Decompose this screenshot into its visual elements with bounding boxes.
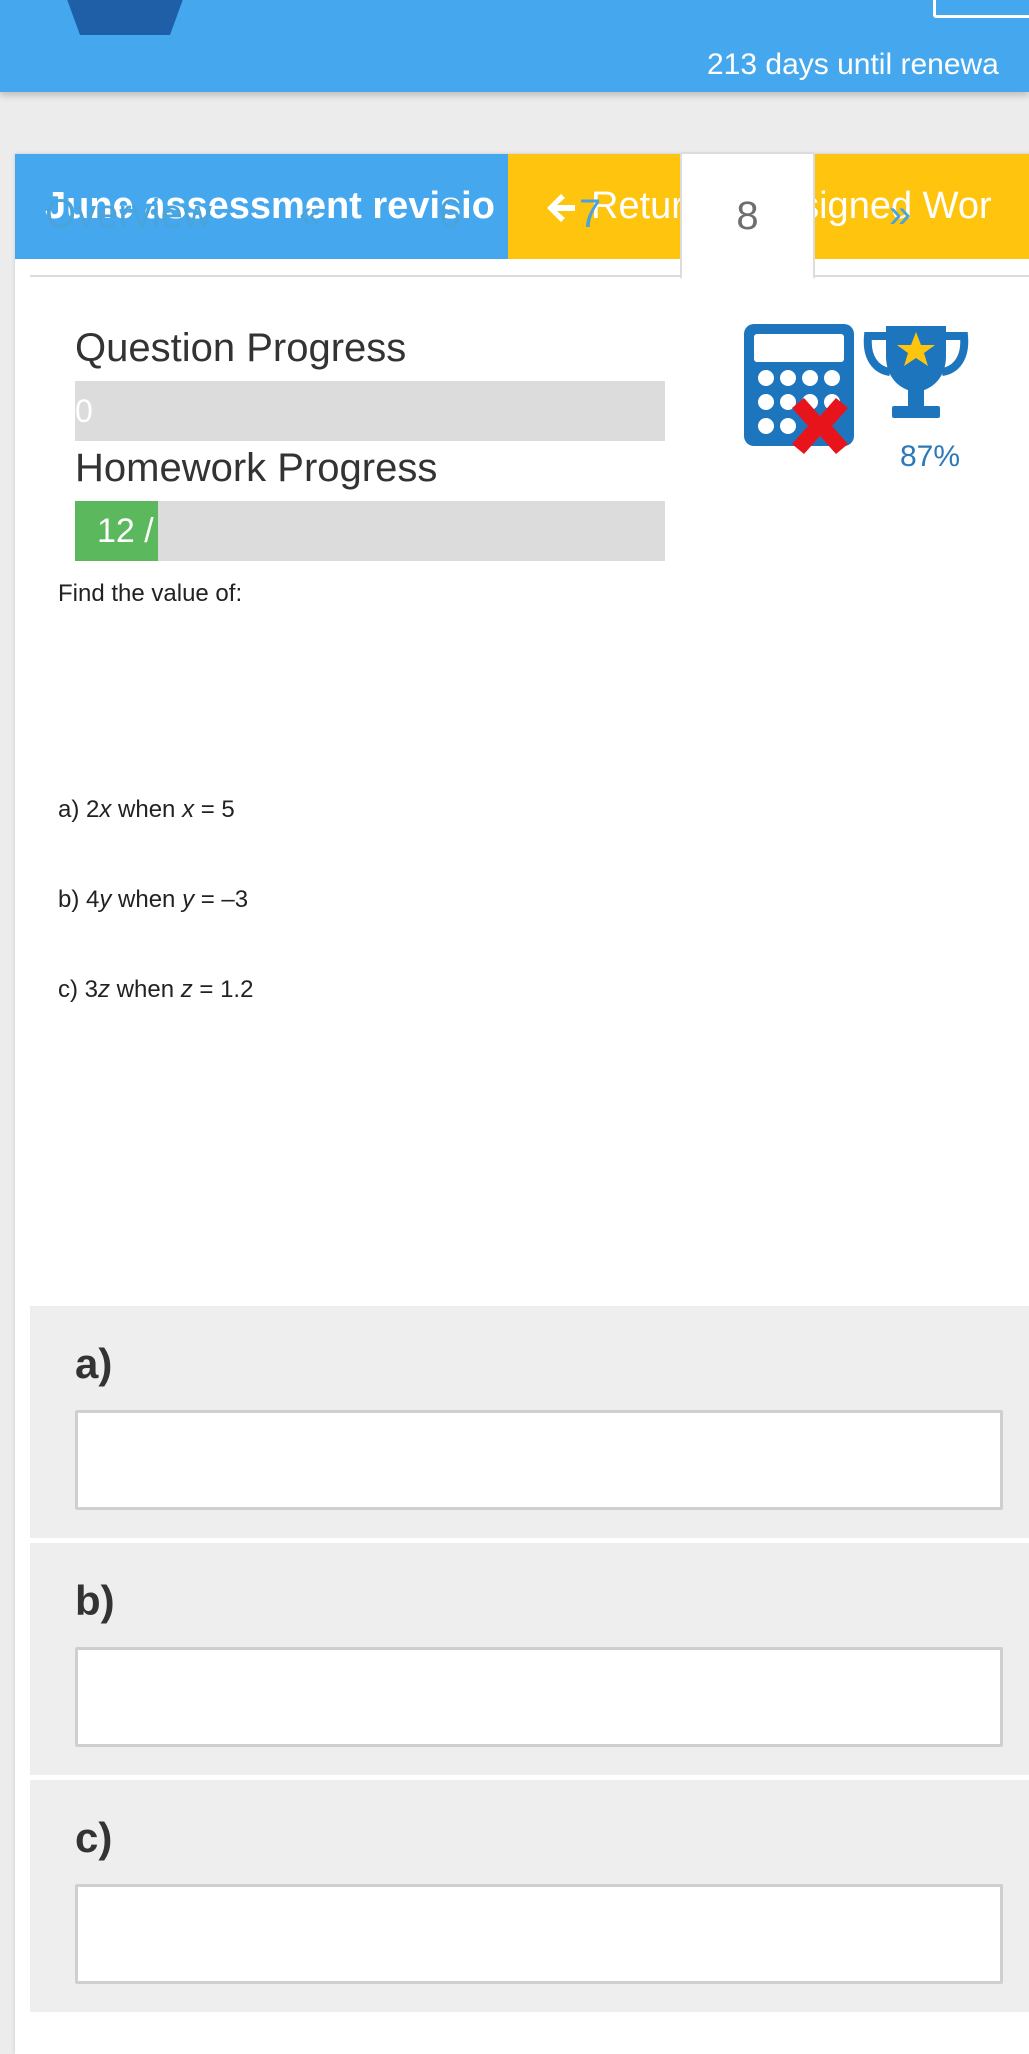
question-progress-bar: 0 [75, 381, 665, 441]
answer-block-c: c) [30, 1780, 1029, 2012]
tab-question-7[interactable]: 7 [560, 152, 620, 277]
renewal-countdown: 213 days until renewa [707, 48, 999, 81]
answer-label-c: c) [75, 1814, 113, 1861]
answer-input-a[interactable] [75, 1410, 1003, 1510]
question-part-c: c) 3z when z = 1.2 [58, 976, 254, 1003]
homework-progress-label: Homework Progress [75, 446, 438, 490]
answer-input-c[interactable] [75, 1884, 1003, 1984]
tab-next[interactable]: » [870, 152, 930, 277]
calculator-not-allowed-icon [744, 324, 854, 454]
homework-progress-value: 12 / [97, 512, 154, 550]
top-navbar: 213 days until renewa [0, 0, 1029, 92]
logo-icon[interactable] [60, 0, 190, 35]
question-part-b: b) 4y when y = –3 [58, 886, 249, 913]
tab-question-6[interactable]: 6 [420, 152, 480, 277]
score-percentage: 87% [899, 440, 961, 473]
answer-block-a: a) [30, 1306, 1029, 1538]
question-progress-label: Question Progress [75, 326, 407, 370]
question-tabs: Overview « 6 7 8 » [30, 152, 1029, 279]
trophy-icon [863, 326, 969, 418]
homework-progress-bar: 12 / [75, 501, 665, 561]
answer-label-b: b) [75, 1577, 115, 1624]
question-part-a: a) 2x when x = 5 [58, 796, 235, 823]
question-intro: Find the value of: [58, 580, 243, 607]
tab-previous[interactable]: « [280, 152, 340, 277]
tab-question-8[interactable]: 8 [680, 152, 815, 279]
tab-overview[interactable]: Overview [45, 152, 212, 277]
answer-block-b: b) [30, 1543, 1029, 1775]
menu-button[interactable] [933, 0, 1029, 18]
answer-label-a: a) [75, 1340, 113, 1387]
question-progress-value: 0 [75, 393, 93, 429]
answer-input-b[interactable] [75, 1647, 1003, 1747]
